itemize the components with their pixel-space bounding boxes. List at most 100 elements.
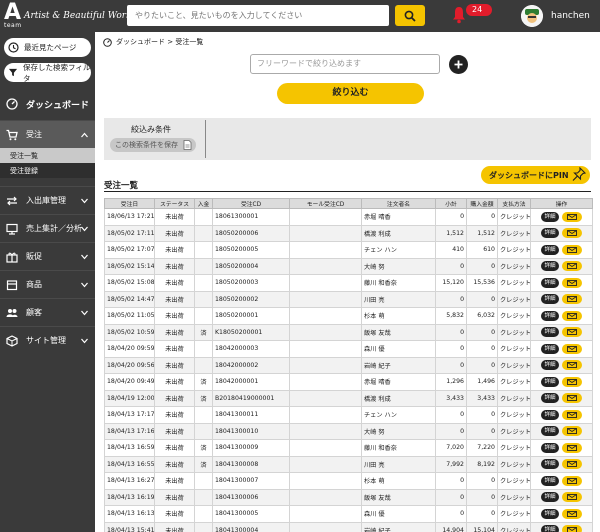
- table-cell: 岩崎 紀子: [361, 356, 436, 374]
- table-cell: 未出荷: [154, 488, 195, 506]
- table-row[interactable]: 18/04/13 16:27 未出荷 18041300007 杉本 萌 0 0 クレジット詳…: [104, 472, 593, 490]
- column-header[interactable]: 支払方法: [497, 198, 531, 209]
- mail-button[interactable]: [562, 228, 582, 239]
- mail-button[interactable]: [562, 475, 582, 486]
- avatar[interactable]: [521, 5, 543, 27]
- table-row[interactable]: 18/05/02 14:47 未出荷 18050200002 川田 亮 0 0 クレジット詳…: [104, 290, 593, 308]
- table-row[interactable]: 18/05/02 15:14 未出荷 18050200004 大崎 努 0 0 クレジット詳…: [104, 257, 593, 275]
- detail-button[interactable]: 詳細: [541, 475, 559, 486]
- mail-button[interactable]: [562, 310, 582, 321]
- sidebar-item-inventory[interactable]: 入出庫管理: [0, 186, 95, 214]
- mail-button[interactable]: [562, 492, 582, 503]
- table-row[interactable]: 18/04/13 16:59 未出荷済 18041300009 藤川 和香奈 7,020…: [104, 439, 593, 457]
- detail-button[interactable]: 詳細: [541, 294, 559, 305]
- detail-button[interactable]: 詳細: [541, 492, 559, 503]
- add-condition-button[interactable]: [449, 55, 468, 74]
- mail-button[interactable]: [562, 277, 582, 288]
- search-button[interactable]: [395, 5, 425, 26]
- table-row[interactable]: 18/04/13 15:41 未出荷 18041300004 岩崎 紀子 14,904 1…: [104, 521, 593, 532]
- mail-button[interactable]: [562, 409, 582, 420]
- table-row[interactable]: 18/04/20 09:56 未出荷 18042000002 岩崎 紀子 0 0 クレジット…: [104, 356, 593, 374]
- narrow-down-button[interactable]: 絞り込む: [277, 83, 424, 104]
- table-row[interactable]: 18/04/19 12:00 未出荷済 B20180419000001 橋渡 利成 3,…: [104, 389, 593, 407]
- detail-button[interactable]: 詳細: [541, 376, 559, 387]
- column-header[interactable]: 受注CD: [212, 198, 290, 209]
- column-header[interactable]: 注文者名: [361, 198, 436, 209]
- column-header[interactable]: 小計: [435, 198, 467, 209]
- mail-icon: [567, 461, 577, 468]
- detail-button[interactable]: 詳細: [541, 409, 559, 420]
- mail-button[interactable]: [562, 376, 582, 387]
- global-search-input[interactable]: [127, 5, 389, 26]
- breadcrumb-text[interactable]: ダッシュボード > 受注一覧: [116, 37, 203, 47]
- table-cell: 1,512: [466, 224, 498, 242]
- mail-button[interactable]: [562, 393, 582, 404]
- mail-button[interactable]: [562, 261, 582, 272]
- mail-button[interactable]: [562, 459, 582, 470]
- sidebar-sub-order-register[interactable]: 受注登録: [0, 163, 95, 178]
- mail-button[interactable]: [562, 244, 582, 255]
- detail-button[interactable]: 詳細: [541, 327, 559, 338]
- sidebar-item-sales[interactable]: 売上集計／分析: [0, 214, 95, 242]
- column-header[interactable]: ステータス: [154, 198, 195, 209]
- mail-button[interactable]: [562, 525, 582, 532]
- table-row[interactable]: 18/04/13 16:55 未出荷済 18041300008 川田 亮 7,992 8,…: [104, 455, 593, 473]
- mail-button[interactable]: [562, 426, 582, 437]
- mail-button[interactable]: [562, 343, 582, 354]
- column-header[interactable]: 受注日: [104, 198, 155, 209]
- mail-button[interactable]: [562, 211, 582, 222]
- table-cell: チェン ハン: [361, 241, 436, 259]
- sidebar-item-orders[interactable]: 受注: [0, 120, 95, 148]
- table-row[interactable]: 18/04/20 09:49 未出荷済 18042000001 赤堀 晴香 1,296 1…: [104, 373, 593, 391]
- username[interactable]: hanchen: [551, 11, 590, 21]
- mail-button[interactable]: [562, 508, 582, 519]
- mail-button[interactable]: [562, 294, 582, 305]
- detail-button[interactable]: 詳細: [541, 508, 559, 519]
- column-header[interactable]: 入金: [194, 198, 213, 209]
- saved-filters-button[interactable]: 保存した検索フィルタ: [4, 63, 91, 83]
- detail-button[interactable]: 詳細: [541, 310, 559, 321]
- table-cell: 18041300004: [212, 521, 290, 532]
- table-row[interactable]: 18/04/13 17:16 未出荷 18041300010 大崎 努 0 0 クレジット詳…: [104, 422, 593, 440]
- table-row[interactable]: 18/05/02 10:59 未出荷済 K18050200001 飯塚 友哉 0 0 クレジ…: [104, 323, 593, 341]
- table-row[interactable]: 18/04/20 09:59 未出荷 18042000003 森川 優 0 0 クレジット詳…: [104, 340, 593, 358]
- table-row[interactable]: 18/04/13 16:19 未出荷 18041300006 飯塚 友哉 0 0 クレジット…: [104, 488, 593, 506]
- detail-button[interactable]: 詳細: [541, 211, 559, 222]
- free-word-input[interactable]: フリーワードで絞り込めます: [250, 54, 440, 74]
- table-row[interactable]: 18/05/02 17:11 未出荷 18050200006 橋渡 利成 1,512 1,…: [104, 224, 593, 242]
- column-header[interactable]: 購入金額: [466, 198, 498, 209]
- detail-button[interactable]: 詳細: [541, 426, 559, 437]
- mail-button[interactable]: [562, 360, 582, 371]
- detail-button[interactable]: 詳細: [541, 343, 559, 354]
- table-row[interactable]: 18/05/02 11:05 未出荷 18050200001 杉本 萌 5,832 6,0…: [104, 307, 593, 325]
- column-header[interactable]: モール受注CD: [289, 198, 362, 209]
- pin-to-dashboard-button[interactable]: ダッシュボードにPIN: [481, 166, 590, 184]
- detail-button[interactable]: 詳細: [541, 393, 559, 404]
- sidebar-item-site-admin[interactable]: サイト管理: [0, 326, 95, 354]
- table-row[interactable]: 18/05/02 15:08 未出荷 18050200003 藤川 和香奈 15,120…: [104, 274, 593, 292]
- mail-button[interactable]: [562, 442, 582, 453]
- table-row[interactable]: 18/04/13 16:13 未出荷 18041300005 森川 優 0 0 クレジット詳…: [104, 505, 593, 523]
- mail-button[interactable]: [562, 327, 582, 338]
- detail-button[interactable]: 詳細: [541, 360, 559, 371]
- save-condition-button[interactable]: この検索条件を保存: [110, 138, 196, 152]
- detail-button[interactable]: 詳細: [541, 442, 559, 453]
- sidebar-item-products[interactable]: 商品: [0, 270, 95, 298]
- detail-button[interactable]: 詳細: [541, 277, 559, 288]
- detail-button[interactable]: 詳細: [541, 244, 559, 255]
- sidebar-item-dashboard[interactable]: ダッシュボード: [0, 92, 95, 116]
- table-row[interactable]: 18/05/02 17:07 未出荷 18050200005 チェン ハン 410 610…: [104, 241, 593, 259]
- sidebar-item-customers[interactable]: 顧客: [0, 298, 95, 326]
- detail-button[interactable]: 詳細: [541, 525, 559, 532]
- bell-icon[interactable]: [452, 6, 466, 24]
- sidebar-sub-order-list[interactable]: 受注一覧: [0, 148, 95, 163]
- recent-pages-button[interactable]: 最近見たページ: [4, 38, 91, 57]
- save-condition-label: この検索条件を保存: [115, 141, 178, 149]
- sidebar-item-promotion[interactable]: 販促: [0, 242, 95, 270]
- detail-button[interactable]: 詳細: [541, 261, 559, 272]
- table-row[interactable]: 18/06/13 17:21 未出荷 18061300001 赤堀 晴香 0 0 クレジット…: [104, 208, 593, 226]
- table-cell: 未出荷: [154, 208, 195, 226]
- detail-button[interactable]: 詳細: [541, 459, 559, 470]
- table-row[interactable]: 18/04/13 17:17 未出荷 18041300011 チェン ハン 0 0 クレジッ…: [104, 406, 593, 424]
- detail-button[interactable]: 詳細: [541, 228, 559, 239]
